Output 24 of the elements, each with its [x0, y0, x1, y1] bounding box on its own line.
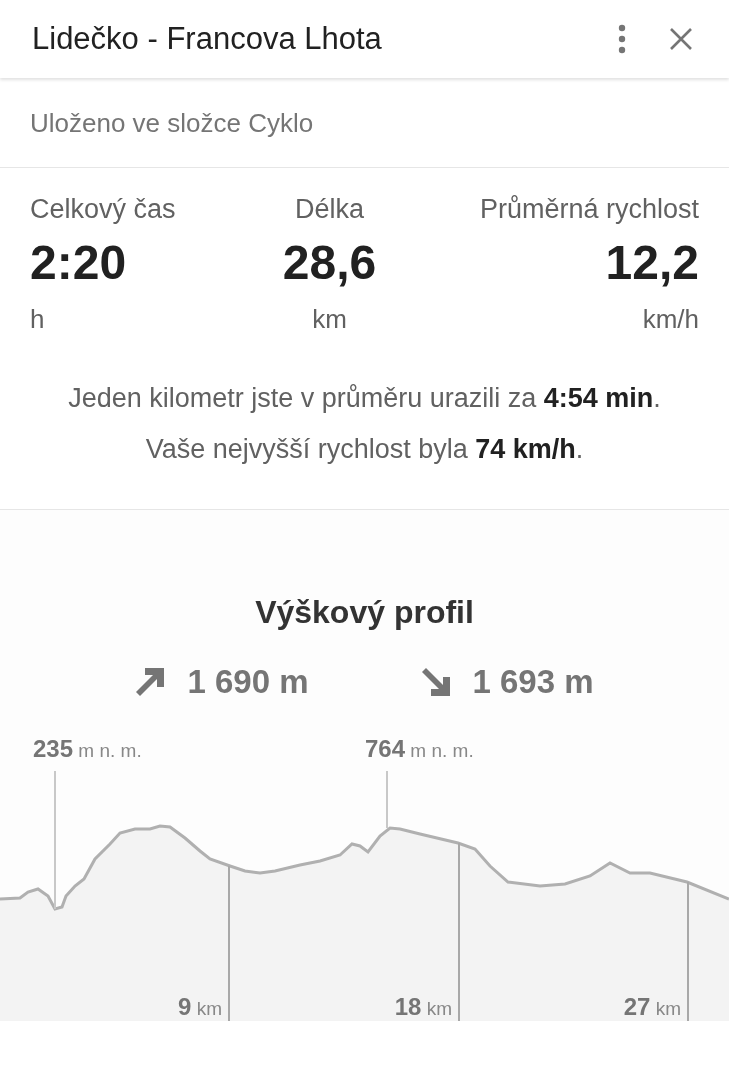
elevation-total: 1 693 m [472, 663, 594, 702]
elevation-marker-label: 764 m n. m. [365, 735, 474, 764]
route-title: Lidečko - Francova Lhota [32, 21, 383, 57]
distance-label: 27 km [623, 993, 681, 1022]
summary-text: Jeden kilometr jste v průměru urazili za 4:54 min. [67, 382, 662, 415]
arrow-up-right-icon [135, 667, 166, 698]
stat-label: Průměrná rychlost [479, 194, 699, 225]
elevation-total: 1 690 m [187, 663, 309, 702]
summary-text: Vaše nejvyšší rychlost byla 74 km/h. [144, 433, 585, 467]
stat-label: Délka [295, 194, 364, 225]
stat-unit: km [312, 304, 347, 335]
distance-label: 18 km [394, 993, 452, 1022]
stat-unit: km/h [642, 304, 699, 335]
stat-value: 12,2 [605, 235, 699, 290]
arrow-down-right-icon [420, 667, 451, 698]
leader-line [386, 771, 388, 829]
elevation-marker-label: 235 m n. m. [33, 735, 142, 764]
stat-value: 28,6 [282, 235, 377, 290]
stat-label: Celkový čas [30, 194, 176, 225]
distance-label: 9 km [178, 993, 222, 1022]
stat-value: 2:20 [30, 235, 127, 290]
stat-unit: h [30, 304, 45, 335]
folder-label: Uloženo ve složce Cyklo [0, 80, 729, 168]
section-title: Výškový profil [254, 594, 475, 632]
